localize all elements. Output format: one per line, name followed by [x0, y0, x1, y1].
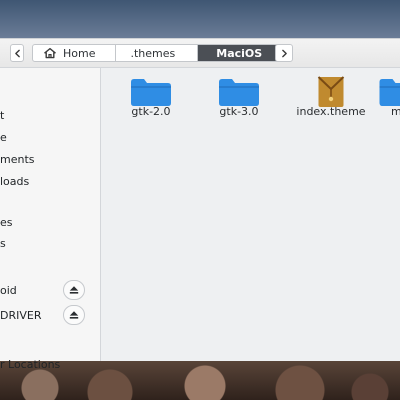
eject-button[interactable]	[63, 280, 85, 300]
sidebar-item-home[interactable]: e	[0, 127, 100, 147]
breadcrumb-label: MaciOS	[216, 46, 263, 60]
breadcrumb-themes[interactable]: .themes	[116, 45, 199, 61]
breadcrumb-label: .themes	[130, 46, 176, 60]
sidebar-item-label: ments	[0, 152, 35, 166]
sidebar-item-documents[interactable]: ments	[0, 149, 100, 169]
file-label: m	[391, 105, 400, 118]
sidebar-item-label: t	[0, 108, 5, 122]
file-manager-window: Home .themes MaciOS t e ments loads es s…	[0, 38, 400, 371]
sidebar-item-pictures[interactable]: es	[0, 212, 100, 232]
sidebar-item-other-locations[interactable]: r Locations	[0, 354, 100, 374]
file-label: index.theme	[296, 105, 366, 118]
eject-button[interactable]	[63, 305, 85, 325]
sidebar-item-label: r Locations	[0, 357, 61, 371]
sidebar: t e ments loads es s oid DRIVER r Locati…	[0, 68, 101, 371]
sidebar-item-videos[interactable]: s	[0, 233, 100, 253]
sidebar-item-label: s	[0, 236, 6, 250]
back-button[interactable]	[10, 44, 24, 62]
file-item-gtk-2-0[interactable]: gtk-2.0	[106, 68, 196, 138]
chevron-right-icon	[281, 49, 287, 57]
sidebar-item-label: es	[0, 215, 13, 229]
breadcrumb-home[interactable]: Home	[33, 45, 117, 61]
breadcrumb-maci-os[interactable]: MaciOS	[198, 45, 281, 61]
breadcrumb-label: Home	[63, 46, 96, 60]
folder-icon	[219, 79, 259, 106]
sidebar-item-recent[interactable]: t	[0, 105, 100, 125]
sidebar-item-android[interactable]: oid	[0, 280, 100, 300]
theme-file-icon	[317, 76, 345, 107]
chevron-left-icon	[14, 49, 20, 57]
eject-icon	[69, 286, 79, 294]
file-manager-headerbar: Home .themes MaciOS	[0, 39, 400, 68]
sidebar-item-label: e	[0, 130, 7, 144]
sidebar-item-label: DRIVER	[0, 308, 42, 322]
folder-icon	[379, 79, 400, 106]
forward-button[interactable]	[275, 44, 293, 62]
desktop-background-top	[0, 0, 400, 40]
sidebar-item-downloads[interactable]: loads	[0, 171, 100, 191]
sidebar-item-driver[interactable]: DRIVER	[0, 305, 100, 325]
file-item-index-theme[interactable]: index.theme	[286, 68, 376, 138]
eject-icon	[69, 311, 79, 319]
file-item-m[interactable]: m	[377, 68, 400, 138]
breadcrumb: Home .themes MaciOS	[32, 44, 282, 62]
sidebar-item-label: oid	[0, 283, 17, 297]
folder-icon	[131, 79, 171, 106]
sidebar-item-label: loads	[0, 174, 30, 188]
home-icon	[44, 47, 56, 59]
file-label: gtk-3.0	[219, 105, 259, 118]
file-item-gtk-3-0[interactable]: gtk-3.0	[194, 68, 284, 138]
file-label: gtk-2.0	[131, 105, 171, 118]
file-grid: gtk-2.0 gtk-3.0 index.theme m	[101, 68, 400, 361]
